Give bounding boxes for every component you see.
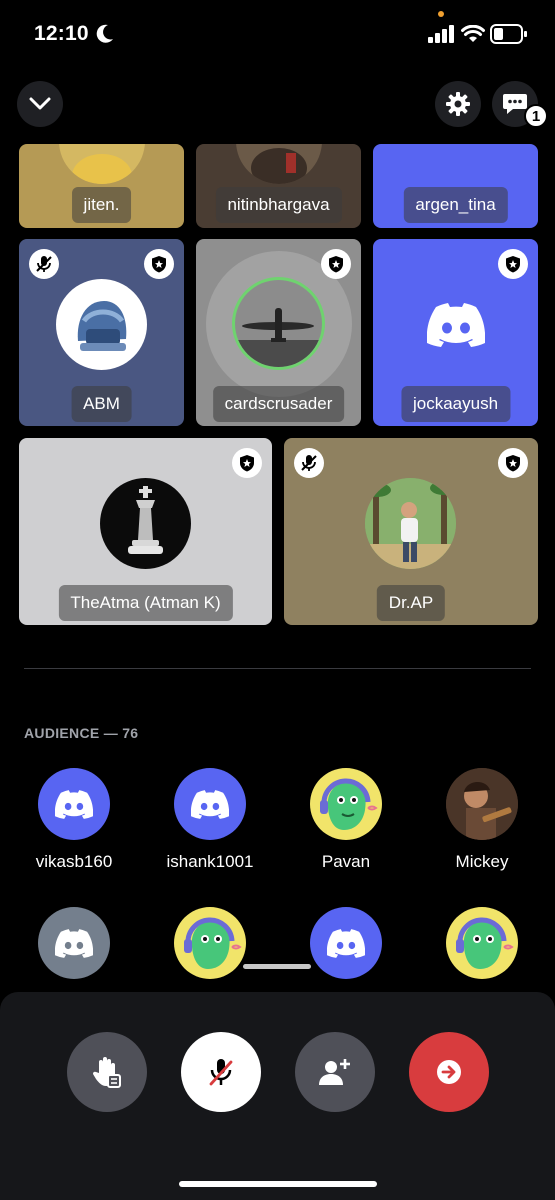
privacy-indicator-dot [438, 11, 444, 17]
speaker-tile-jiten[interactable]: jiten. [19, 144, 184, 228]
audience-name: vikasb160 [35, 852, 113, 871]
moderator-shield-icon [498, 448, 528, 478]
avatar [446, 768, 518, 840]
avatar [365, 478, 456, 569]
speaker-tile-nitinbhargava[interactable]: nitinbhargava [196, 144, 361, 228]
avatar [38, 907, 110, 979]
audience-member[interactable] [417, 907, 547, 979]
speaker-tile-jockaayush[interactable]: jockaayush [373, 239, 538, 426]
minimize-chevron-button[interactable] [17, 81, 63, 127]
audience-name: Pavan [321, 852, 371, 871]
chevron-down-icon [29, 97, 51, 110]
discord-logo-icon [327, 928, 365, 958]
avatar [236, 144, 322, 184]
speaker-name: ABM [71, 386, 132, 422]
avatar [310, 907, 382, 979]
audience-member[interactable]: vikasb160 [9, 768, 139, 872]
status-bar: 12:10 [0, 0, 555, 60]
add-user-icon [319, 1059, 350, 1085]
speaker-name: nitinbhargava [215, 187, 342, 223]
discord-logo-icon [191, 789, 229, 819]
moderator-shield-icon [498, 249, 528, 279]
avatar [232, 277, 325, 370]
discord-logo-icon [427, 303, 485, 347]
gear-icon [446, 92, 470, 116]
battery-icon [490, 24, 527, 44]
discord-logo-icon [55, 928, 93, 958]
mute-toggle-button[interactable] [181, 1032, 261, 1112]
speaker-tile-drap[interactable]: Dr.AP [284, 438, 538, 625]
avatar [174, 907, 246, 979]
speaker-name: cardscrusader [212, 386, 345, 422]
audience-member[interactable]: Mickey [417, 768, 547, 872]
speaker-name: Dr.AP [376, 585, 446, 621]
invite-button[interactable] [295, 1032, 375, 1112]
status-time: 12:10 [34, 22, 89, 45]
moderator-shield-icon [321, 249, 351, 279]
sheet-drag-handle[interactable] [243, 964, 311, 969]
speaker-name: TheAtma (Atman K) [58, 585, 233, 621]
home-indicator[interactable] [179, 1181, 377, 1187]
do-not-disturb-moon-icon [96, 24, 113, 43]
avatar [446, 907, 518, 979]
avatar [310, 768, 382, 840]
audience-header: AUDIENCE — 76 [24, 725, 139, 741]
audience-member[interactable]: ishank1001 [145, 768, 275, 872]
audience-name: Mickey [455, 852, 509, 871]
avatar [56, 279, 147, 370]
audience-member[interactable] [9, 907, 139, 979]
speaker-name: argen_tina [403, 187, 508, 223]
speaker-tile-cardscrusader[interactable]: cardscrusader [196, 239, 361, 426]
leave-stage-button[interactable] [409, 1032, 489, 1112]
request-to-speak-button[interactable] [67, 1032, 147, 1112]
leave-arrow-icon [437, 1060, 461, 1084]
avatar [100, 478, 191, 569]
muted-mic-icon [209, 1059, 233, 1086]
speaker-name: jockaayush [400, 386, 511, 422]
avatar [38, 768, 110, 840]
wifi-icon [461, 25, 485, 42]
avatar [174, 768, 246, 840]
moderator-shield-icon [144, 249, 174, 279]
audience-name: ishank1001 [166, 852, 254, 871]
moderator-shield-icon [232, 448, 262, 478]
cellular-signal-icon [428, 25, 454, 43]
discord-logo-icon [55, 789, 93, 819]
raise-hand-icon [92, 1057, 121, 1088]
section-divider [24, 668, 531, 669]
avatar [59, 144, 145, 184]
speaker-tile-theatma[interactable]: TheAtma (Atman K) [19, 438, 272, 625]
settings-button[interactable] [435, 81, 481, 127]
speaker-name: jiten. [71, 187, 132, 223]
muted-mic-icon [29, 249, 59, 279]
speaker-tile-argen-tina[interactable]: argen_tina [373, 144, 538, 228]
chat-badge-count: 1 [524, 104, 548, 128]
muted-mic-icon [294, 448, 324, 478]
speaker-tile-abm[interactable]: ABM [19, 239, 184, 426]
audience-member[interactable]: Pavan [281, 768, 411, 872]
